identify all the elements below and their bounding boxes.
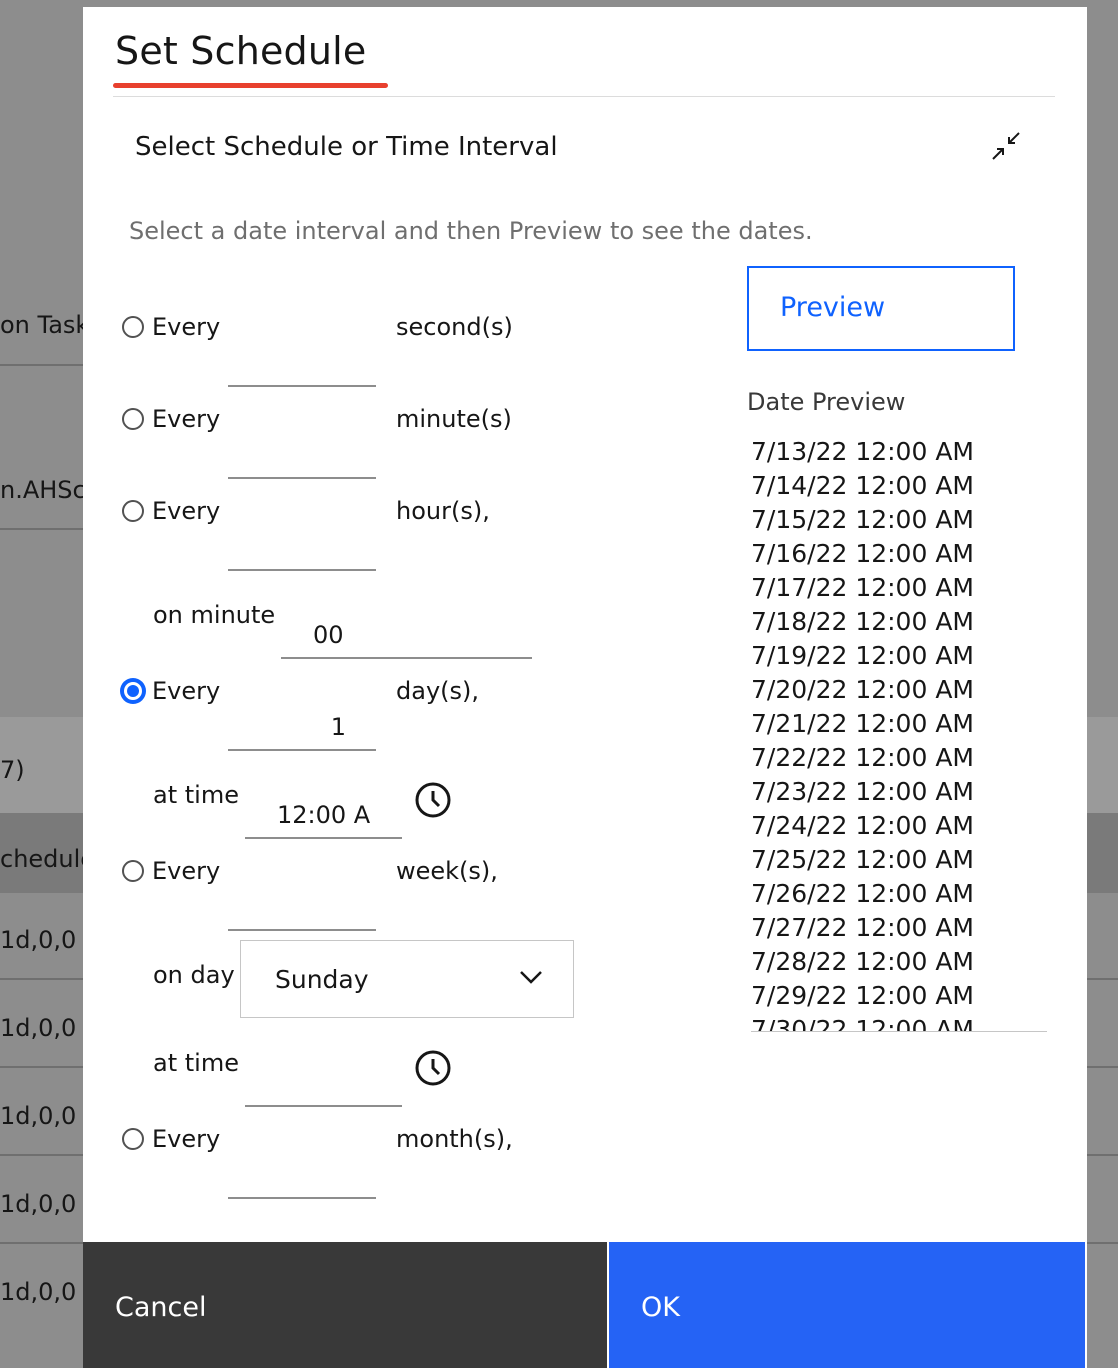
background-divider — [0, 1242, 84, 1244]
date-preview-item: 7/16/22 12:00 AM — [751, 539, 974, 568]
background-divider — [0, 978, 84, 980]
radio-every-weeks[interactable]: Every — [122, 857, 220, 885]
radio-button[interactable] — [122, 316, 144, 338]
radio-button[interactable] — [122, 1128, 144, 1150]
radio-button-selected[interactable] — [122, 680, 144, 702]
radio-label: Every — [152, 677, 221, 705]
set-schedule-dialog: Set Schedule Select Schedule or Time Int… — [83, 7, 1087, 1368]
date-preview-item: 7/25/22 12:00 AM — [751, 845, 974, 874]
background-divider — [0, 1066, 84, 1068]
date-preview-item: 7/26/22 12:00 AM — [751, 879, 974, 908]
date-preview-item: 7/13/22 12:00 AM — [751, 437, 974, 466]
background-cell: 1d,0,0 — [0, 926, 77, 954]
unit-label: hour(s), — [396, 497, 490, 525]
date-preview-list[interactable]: 7/13/22 12:00 AM 7/14/22 12:00 AM 7/15/22 … — [751, 435, 1047, 1032]
date-preview-item: 7/19/22 12:00 AM — [751, 641, 974, 670]
dialog-title: Set Schedule — [115, 29, 367, 73]
on-minute-value: 00 — [313, 621, 344, 649]
radio-every-days[interactable]: Every — [122, 677, 220, 705]
date-preview-item: 7/22/22 12:00 AM — [751, 743, 974, 772]
background-divider — [1087, 1242, 1118, 1244]
radio-label: Every — [152, 313, 221, 341]
collapse-icon[interactable] — [989, 129, 1023, 163]
ok-button[interactable]: OK — [609, 1242, 1085, 1368]
preview-button[interactable]: Preview — [747, 266, 1015, 351]
days-value: 1 — [330, 713, 346, 741]
title-underline — [113, 83, 388, 88]
date-preview-item: 7/17/22 12:00 AM — [751, 573, 974, 602]
unit-label: week(s), — [396, 857, 498, 885]
seconds-input[interactable] — [228, 343, 376, 387]
week-time-input[interactable] — [245, 1063, 402, 1107]
date-preview-item: 7/24/22 12:00 AM — [751, 811, 974, 840]
background-cell: 1d,0,0 — [0, 1278, 77, 1306]
background-text: chedule — [0, 845, 96, 873]
on-minute-label: on minute — [153, 601, 276, 629]
date-preview-item: 7/18/22 12:00 AM — [751, 607, 974, 636]
on-minute-input[interactable]: 00 — [281, 615, 532, 659]
title-divider — [113, 96, 1055, 97]
background-divider — [1087, 978, 1118, 980]
days-input[interactable]: 1 — [228, 707, 376, 751]
section-title: Select Schedule or Time Interval — [135, 132, 558, 162]
radio-every-seconds[interactable]: Every — [122, 313, 220, 341]
unit-label: second(s) — [396, 313, 513, 341]
date-preview-item: 7/15/22 12:00 AM — [751, 505, 974, 534]
date-preview-item: 7/20/22 12:00 AM — [751, 675, 974, 704]
radio-every-hours[interactable]: Every — [122, 497, 220, 525]
minutes-input[interactable] — [228, 435, 376, 479]
unit-label: month(s), — [396, 1125, 513, 1153]
background-cell: 1d,0,0 — [0, 1102, 77, 1130]
chevron-down-icon — [520, 971, 542, 984]
background-divider — [1087, 1066, 1118, 1068]
radio-button[interactable] — [122, 408, 144, 430]
day-time-input[interactable]: 12:00 A — [245, 795, 402, 839]
months-input[interactable] — [228, 1155, 376, 1199]
radio-label: Every — [152, 1125, 221, 1153]
background-header-band — [1087, 813, 1118, 893]
date-preview-item: 7/28/22 12:00 AM — [751, 947, 974, 976]
preview-button-label: Preview — [780, 292, 886, 323]
date-preview-item: 7/27/22 12:00 AM — [751, 913, 974, 942]
date-preview-item: 7/14/22 12:00 AM — [751, 471, 974, 500]
clock-icon[interactable] — [414, 1049, 452, 1087]
date-preview-item: 7/23/22 12:00 AM — [751, 777, 974, 806]
background-cell: 1d,0,0 — [0, 1014, 77, 1042]
radio-label: Every — [152, 405, 221, 433]
radio-button[interactable] — [122, 860, 144, 882]
day-time-value: 12:00 A — [277, 801, 371, 829]
background-text: on Task — [0, 311, 90, 339]
day-of-week-select[interactable]: Sunday — [240, 940, 574, 1018]
date-preview-label: Date Preview — [747, 388, 906, 416]
background-divider — [0, 528, 84, 530]
hours-input[interactable] — [228, 527, 376, 571]
selected-day: Sunday — [275, 965, 369, 994]
cancel-button-label: Cancel — [115, 1292, 207, 1323]
background-divider — [0, 364, 84, 366]
background-text: n.AHSc — [0, 476, 86, 504]
radio-label: Every — [152, 857, 221, 885]
instruction-text: Select a date interval and then Preview … — [129, 217, 813, 245]
cancel-button[interactable]: Cancel — [83, 1242, 607, 1368]
week-at-time-label: at time — [153, 1049, 239, 1077]
weeks-input[interactable] — [228, 887, 376, 931]
background-band — [1087, 717, 1118, 813]
background-cell: 1d,0,0 — [0, 1190, 77, 1218]
date-preview-item: 7/21/22 12:00 AM — [751, 709, 974, 738]
background-divider — [1087, 1154, 1118, 1156]
background-text: 7) — [0, 756, 25, 784]
radio-every-minutes[interactable]: Every — [122, 405, 220, 433]
on-day-label: on day — [153, 961, 235, 989]
date-preview-item: 7/29/22 12:00 AM — [751, 981, 974, 1010]
date-preview-item: 7/30/22 12:00 AM — [751, 1015, 974, 1032]
unit-label: minute(s) — [396, 405, 512, 433]
clock-icon[interactable] — [414, 781, 452, 819]
background-divider — [0, 1154, 84, 1156]
radio-button[interactable] — [122, 500, 144, 522]
ok-button-label: OK — [641, 1292, 680, 1323]
day-at-time-label: at time — [153, 781, 239, 809]
radio-label: Every — [152, 497, 221, 525]
unit-label: day(s), — [396, 677, 480, 705]
radio-every-months[interactable]: Every — [122, 1125, 220, 1153]
